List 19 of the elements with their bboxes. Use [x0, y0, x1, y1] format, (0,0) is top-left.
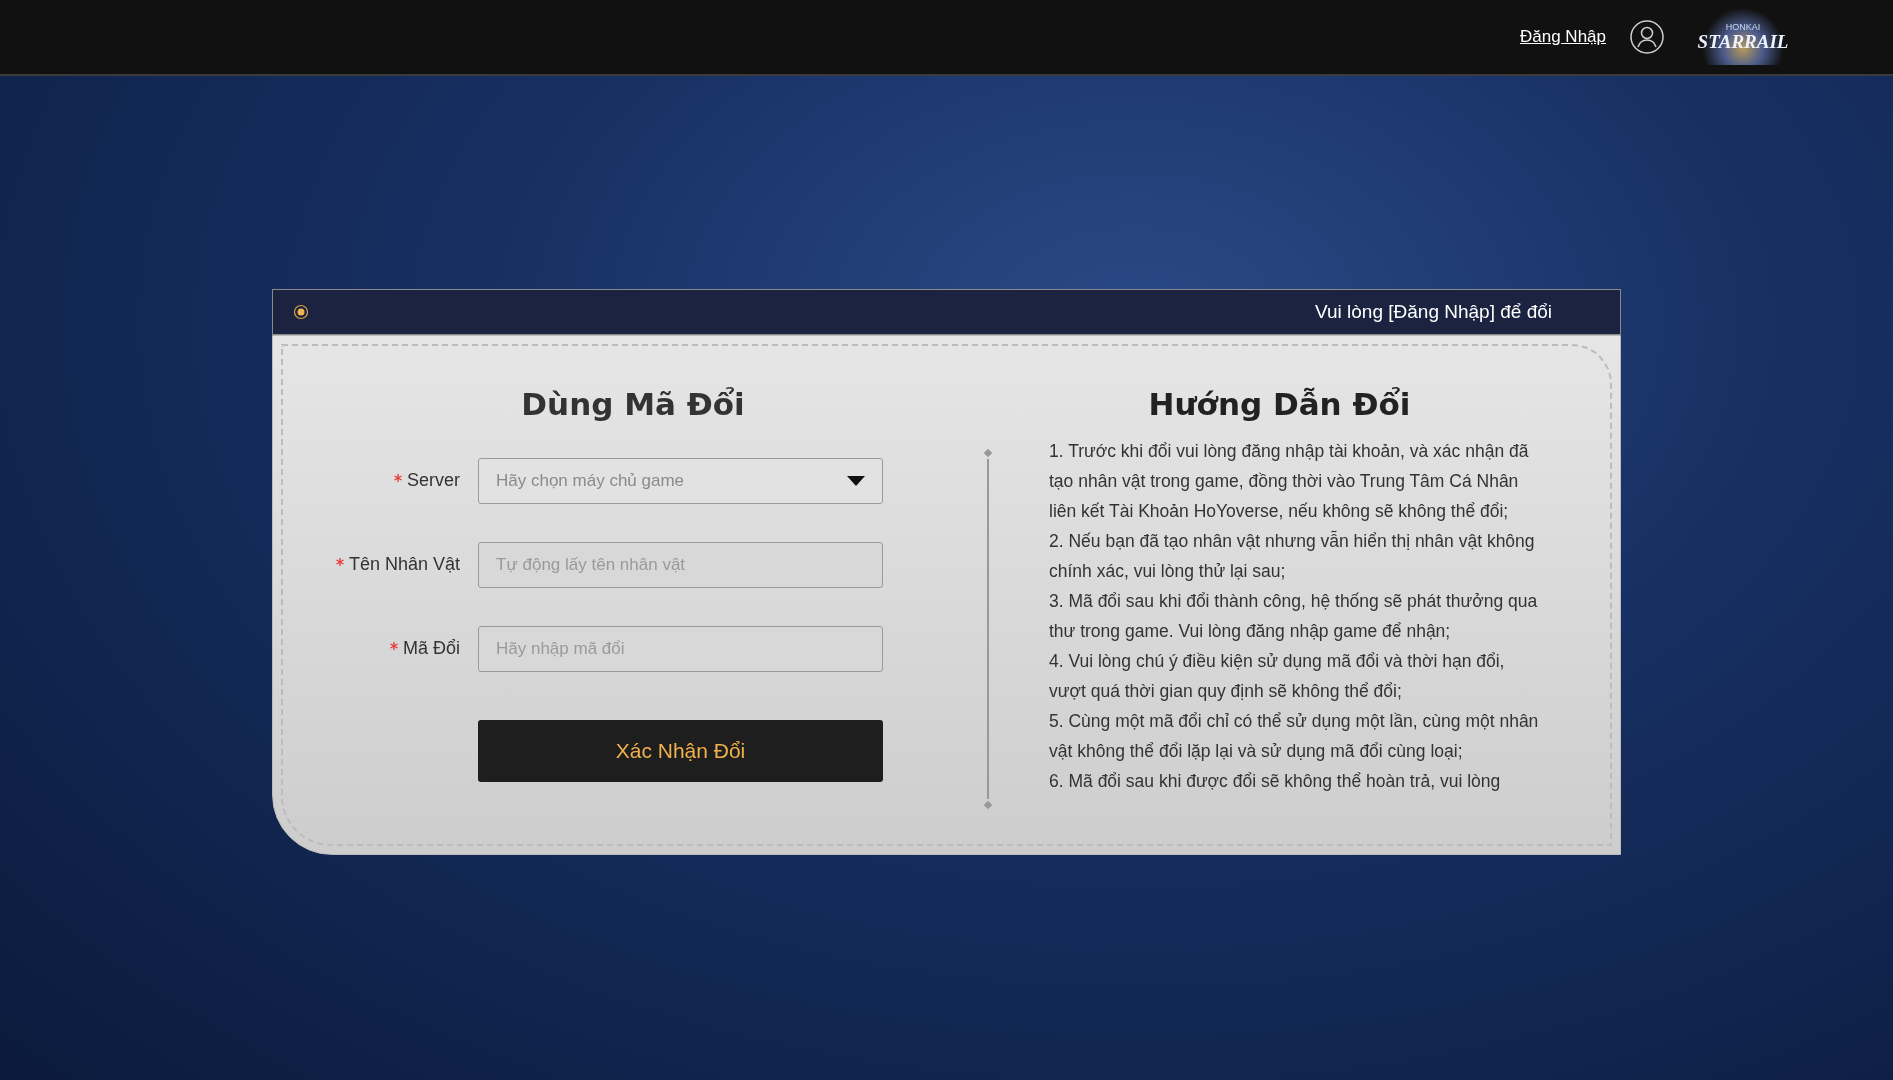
login-notice: Vui lòng [Đăng Nhập] để đổi	[1315, 299, 1552, 324]
caret-icon	[847, 475, 865, 486]
submit-button[interactable]: Xác Nhận Đổi	[478, 719, 883, 782]
guide-item: 1. Trước khi đổi vui lòng đăng nhập tài khoản, và xác nhận đã tạo nhân vật trong game, đồng thời vào Trung Tâm Cá Nhân liên kết Tài Khoản HoYoverse, nếu không sẽ không thể đổi;	[1049, 439, 1530, 523]
field-label: Server	[293, 467, 478, 494]
input-field[interactable]: Tự động lấy tên nhân vật	[478, 541, 883, 588]
guide-item: 4. Vui lòng chú ý điều kiện sử dụng mã đổi và thời hạn đổi, vượt quá thời gian quy định sẽ không thể đổi;	[1049, 649, 1506, 703]
guide-item: 5. Cùng một mã đổi chỉ có thể sử dụng một lần, cùng một nhân vật không thể đổi lặp lại và sử dụng mã đổi cùng loại;	[1049, 709, 1539, 763]
form-title: Dùng Mã Đổi	[520, 385, 746, 424]
input-field[interactable]: Hãy nhập mã đổi	[478, 625, 883, 672]
guide-item: 3. Mã đổi sau khi đổi thành công, hệ thống sẽ phát thưởng qua thư trong game. Vui lòng đăng nhập game để nhận;	[1049, 589, 1539, 643]
field-label: Tên Nhân Vật	[293, 551, 478, 578]
login-link[interactable]: Đăng Nhập	[1520, 24, 1606, 50]
user-icon[interactable]	[1630, 20, 1664, 54]
guide-item: 6. Mã đổi sau khi được đổi sẽ không thể hoàn trả, vui lòng	[1049, 769, 1502, 793]
sun-icon	[293, 304, 309, 320]
field-label: Mã Đổi	[293, 635, 478, 662]
guide-item: 2. Nếu bạn đã tạo nhân vật nhưng vẫn hiển thị nhân vật không chính xác, vui lòng thử lại sau;	[1049, 529, 1536, 583]
guide-title: Hướng Dẫn Đổi	[1147, 385, 1412, 424]
